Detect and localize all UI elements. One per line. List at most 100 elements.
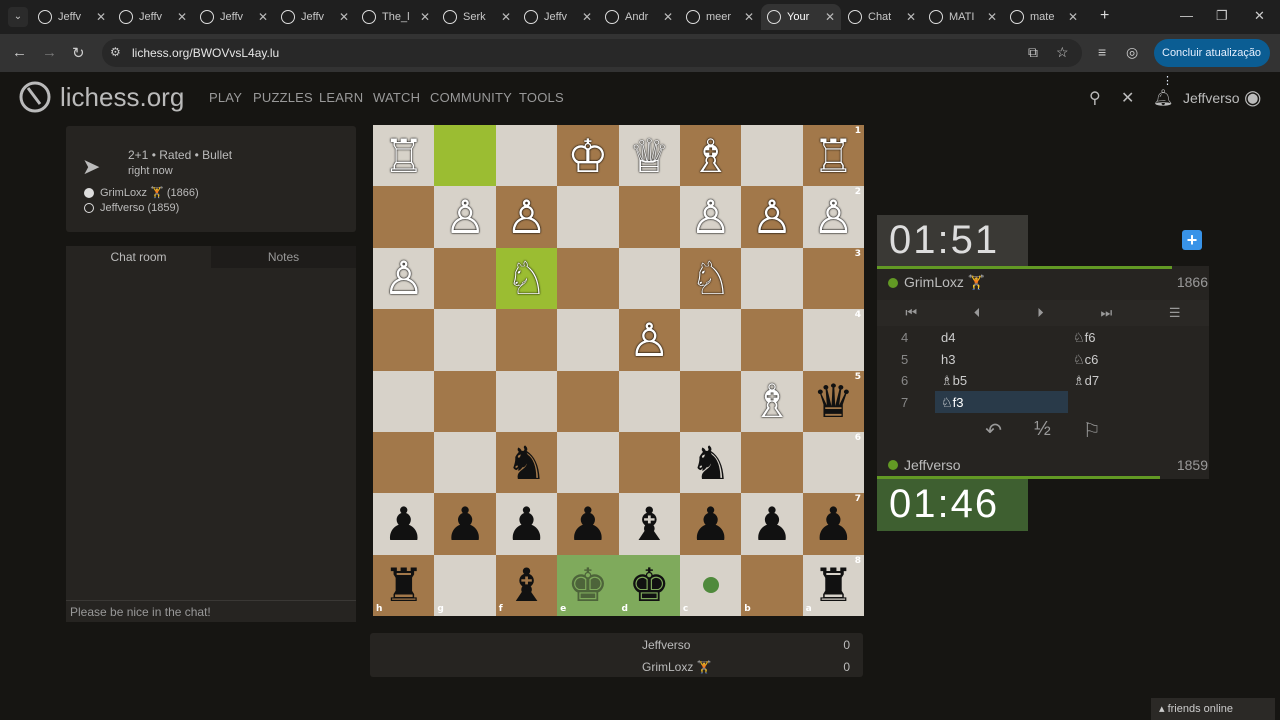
black-bishop-piece[interactable]: ♝: [629, 501, 670, 547]
board-square[interactable]: b: [741, 554, 803, 616]
swords-icon[interactable]: ✕: [1121, 88, 1134, 108]
board-square[interactable]: ♞: [495, 431, 558, 494]
media-icon[interactable]: ≡: [1098, 44, 1106, 60]
browser-tab[interactable]: Jeffv ✕: [32, 4, 112, 30]
board-square[interactable]: ♘: [679, 247, 742, 310]
browser-tab[interactable]: The_l ✕: [356, 4, 436, 30]
board-square[interactable]: [373, 186, 435, 248]
white-pawn-piece[interactable]: ♙: [751, 194, 792, 240]
board-square[interactable]: [557, 247, 619, 310]
tab-close-icon[interactable]: ✕: [258, 10, 268, 24]
black-pawn-piece[interactable]: ♟: [383, 501, 424, 547]
board-square[interactable]: [373, 370, 435, 432]
board-square[interactable]: ♗: [741, 370, 803, 432]
board-square[interactable]: [557, 370, 619, 432]
menu-learn[interactable]: LEARN: [319, 90, 363, 105]
black-rook-piece[interactable]: ♜: [813, 562, 854, 608]
board-square[interactable]: ♚ d: [618, 554, 680, 616]
board-square[interactable]: [495, 125, 558, 187]
resign-flag-icon[interactable]: ⚐: [1083, 418, 1101, 446]
board-square[interactable]: [434, 370, 496, 432]
profile-icon[interactable]: ◎: [1126, 44, 1138, 61]
player-name[interactable]: Jeffverso: [888, 457, 961, 473]
board-square[interactable]: ♗: [679, 125, 742, 187]
update-button[interactable]: Concluir atualização ⋮: [1154, 39, 1270, 87]
board-square[interactable]: [373, 431, 435, 494]
black-king-piece[interactable]: ♚: [629, 562, 670, 608]
forward-icon[interactable]: →: [42, 44, 57, 61]
board-square[interactable]: ♟: [434, 493, 496, 555]
search-icon[interactable]: ⚲: [1089, 88, 1101, 108]
black-pawn-piece[interactable]: ♟: [690, 501, 731, 547]
menu-icon[interactable]: ☰: [1169, 305, 1181, 321]
black-pawn-piece[interactable]: ♟: [506, 501, 547, 547]
tab-close-icon[interactable]: ✕: [906, 10, 916, 24]
bookmark-star-icon[interactable]: ☆: [1056, 44, 1069, 61]
add-time-button[interactable]: +: [1182, 230, 1202, 250]
white-king-piece[interactable]: ♔: [567, 133, 608, 179]
board-square[interactable]: ♖ 1: [802, 125, 864, 187]
board-square[interactable]: ♙: [373, 247, 435, 310]
tab-close-icon[interactable]: ✕: [987, 10, 997, 24]
menu-play[interactable]: PLAY: [209, 90, 242, 105]
board-square[interactable]: [434, 247, 496, 310]
black-pawn-piece[interactable]: ♟: [813, 501, 854, 547]
black-knight-piece[interactable]: ♞: [690, 440, 731, 486]
opponent-name[interactable]: GrimLoxz 🏋: [888, 274, 985, 291]
board-square[interactable]: [557, 186, 619, 248]
draw-offer-button[interactable]: ½: [1034, 418, 1051, 446]
menu-tools[interactable]: TOOLS: [519, 90, 564, 105]
tab-close-icon[interactable]: ✕: [96, 10, 106, 24]
board-square[interactable]: 6: [802, 431, 864, 494]
board-square[interactable]: ♟: [679, 493, 742, 555]
next-move-icon[interactable]: ⏵: [1037, 305, 1044, 321]
browser-tab[interactable]: meer ✕: [680, 4, 760, 30]
tab-close-icon[interactable]: ✕: [339, 10, 349, 24]
board-square[interactable]: [741, 247, 803, 310]
white-move[interactable]: d4: [935, 326, 1068, 348]
browser-tab[interactable]: Serk ✕: [437, 4, 517, 30]
black-bishop-piece[interactable]: ♝: [506, 562, 547, 608]
white-pawn-piece[interactable]: ♙: [629, 317, 670, 363]
white-knight-piece[interactable]: ♘: [506, 255, 547, 301]
black-move[interactable]: ♘c6: [1073, 352, 1098, 368]
board-square[interactable]: ♞: [679, 431, 742, 494]
board-square[interactable]: c: [679, 554, 742, 616]
white-move[interactable]: h3: [935, 348, 1068, 370]
black-pawn-piece[interactable]: ♟: [444, 501, 485, 547]
board-square[interactable]: [434, 309, 496, 371]
menu-puzzles[interactable]: PUZZLES: [253, 90, 313, 105]
board-square[interactable]: ♙: [679, 186, 742, 248]
white-move[interactable]: ♗b5: [935, 369, 1068, 391]
black-rook-piece[interactable]: ♜: [383, 562, 424, 608]
tab-close-icon[interactable]: ✕: [744, 10, 754, 24]
black-move[interactable]: ♗d7: [1073, 373, 1099, 389]
board-square[interactable]: [495, 309, 558, 371]
board-square[interactable]: ♚ e: [557, 554, 619, 616]
tab-close-icon[interactable]: ✕: [1068, 10, 1078, 24]
board-square[interactable]: ♘: [495, 247, 558, 310]
tab-notes[interactable]: Notes: [211, 246, 356, 268]
new-tab-button[interactable]: +: [1100, 7, 1109, 25]
board-square[interactable]: ♝: [618, 493, 680, 555]
board-square[interactable]: [557, 431, 619, 494]
white-pawn-piece[interactable]: ♙: [383, 255, 424, 301]
white-pawn-piece[interactable]: ♙: [690, 194, 731, 240]
black-pawn-piece[interactable]: ♟: [567, 501, 608, 547]
board-square[interactable]: [741, 309, 803, 371]
board-square[interactable]: ♙: [618, 309, 680, 371]
board-square[interactable]: ♙: [741, 186, 803, 248]
white-pawn-piece[interactable]: ♙: [506, 194, 547, 240]
last-move-icon[interactable]: ⏭: [1100, 305, 1112, 321]
white-bishop-piece[interactable]: ♗: [690, 133, 731, 179]
bell-icon[interactable]: 🔔︎: [1153, 88, 1173, 108]
board-square[interactable]: [741, 431, 803, 494]
black-player[interactable]: Jeffverso (1859): [84, 202, 179, 214]
browser-tab[interactable]: Andr ✕: [599, 4, 679, 30]
tab-close-icon[interactable]: ✕: [501, 10, 511, 24]
chat-input[interactable]: Please be nice in the chat!: [66, 600, 356, 622]
board-square[interactable]: ♟: [557, 493, 619, 555]
white-knight-piece[interactable]: ♘: [690, 255, 731, 301]
board-square[interactable]: ♟ 7: [802, 493, 864, 555]
tab-close-icon[interactable]: ✕: [663, 10, 673, 24]
